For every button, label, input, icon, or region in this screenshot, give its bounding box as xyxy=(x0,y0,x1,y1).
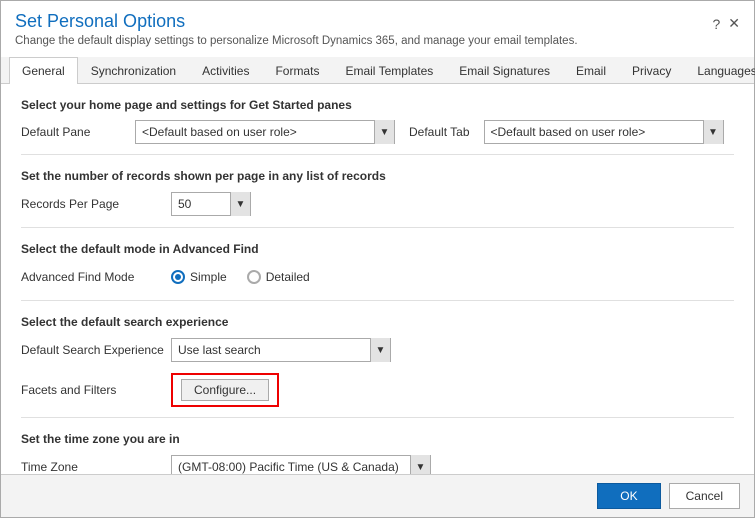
tab-general[interactable]: General xyxy=(9,57,78,84)
records-per-page-heading: Set the number of records shown per page… xyxy=(21,169,734,183)
records-per-page-arrow[interactable]: ▼ xyxy=(230,192,250,216)
close-icon[interactable]: ✕ xyxy=(728,15,740,32)
search-experience-control: Use last search ▼ xyxy=(171,338,734,362)
facets-filters-row: Facets and Filters Configure... xyxy=(21,373,734,407)
default-pane-label: Default Pane xyxy=(21,125,121,139)
radio-detailed-circle xyxy=(247,270,261,284)
cancel-button[interactable]: Cancel xyxy=(669,483,740,509)
default-tab-select[interactable]: <Default based on user role> ▼ xyxy=(484,120,724,144)
time-zone-row: Time Zone (GMT-08:00) Pacific Time (US &… xyxy=(21,454,734,474)
radio-detailed[interactable]: Detailed xyxy=(247,270,310,284)
records-per-page-value: 50 xyxy=(172,197,230,211)
advanced-find-row: Advanced Find Mode Simple Detailed xyxy=(21,264,734,290)
facets-label: Facets and Filters xyxy=(21,383,171,397)
radio-simple[interactable]: Simple xyxy=(171,270,227,284)
tab-email-signatures[interactable]: Email Signatures xyxy=(446,57,563,84)
default-tab-value: <Default based on user role> xyxy=(485,125,703,139)
time-zone-heading: Set the time zone you are in xyxy=(21,432,734,446)
radio-detailed-label: Detailed xyxy=(266,270,310,284)
tab-formats[interactable]: Formats xyxy=(262,57,332,84)
search-experience-heading: Select the default search experience xyxy=(21,315,734,329)
facets-control: Configure... xyxy=(171,373,734,407)
records-per-page-control: 50 ▼ xyxy=(171,192,734,216)
records-per-page-row: Records Per Page 50 ▼ xyxy=(21,191,734,217)
tab-activities[interactable]: Activities xyxy=(189,57,262,84)
search-experience-arrow[interactable]: ▼ xyxy=(370,338,390,362)
records-per-page-label: Records Per Page xyxy=(21,197,171,211)
default-pane-row: Default Pane <Default based on user role… xyxy=(21,120,734,144)
ok-button[interactable]: OK xyxy=(597,483,660,509)
configure-button[interactable]: Configure... xyxy=(181,379,269,401)
advanced-find-label: Advanced Find Mode xyxy=(21,270,171,284)
dialog-title: Set Personal Options xyxy=(15,11,578,32)
default-pane-arrow[interactable]: ▼ xyxy=(374,120,394,144)
radio-simple-circle xyxy=(171,270,185,284)
home-page-heading: Select your home page and settings for G… xyxy=(21,98,734,112)
time-zone-arrow[interactable]: ▼ xyxy=(410,455,430,474)
advanced-find-heading: Select the default mode in Advanced Find xyxy=(21,242,734,256)
content-area: Select your home page and settings for G… xyxy=(1,84,754,474)
advanced-find-control: Simple Detailed xyxy=(171,270,734,284)
tab-email-templates[interactable]: Email Templates xyxy=(332,57,446,84)
records-per-page-select[interactable]: 50 ▼ xyxy=(171,192,251,216)
default-pane-select[interactable]: <Default based on user role> ▼ xyxy=(135,120,395,144)
default-pane-value: <Default based on user role> xyxy=(136,125,374,139)
tabs-bar: General Synchronization Activities Forma… xyxy=(1,57,754,84)
advanced-find-radio-group: Simple Detailed xyxy=(171,270,310,284)
time-zone-label: Time Zone xyxy=(21,460,171,474)
time-zone-select[interactable]: (GMT-08:00) Pacific Time (US & Canada) ▼ xyxy=(171,455,431,474)
search-experience-row: Default Search Experience Use last searc… xyxy=(21,337,734,363)
facets-highlighted-container: Configure... xyxy=(171,373,279,407)
title-bar-controls: ? ✕ xyxy=(712,15,740,32)
dialog-subtitle: Change the default display settings to p… xyxy=(15,35,578,47)
footer-bar: OK Cancel xyxy=(1,474,754,517)
time-zone-control: (GMT-08:00) Pacific Time (US & Canada) ▼ xyxy=(171,455,734,474)
default-tab-label: Default Tab xyxy=(409,125,470,139)
tab-languages[interactable]: Languages xyxy=(684,57,755,84)
radio-simple-label: Simple xyxy=(190,270,227,284)
title-bar: Set Personal Options Change the default … xyxy=(1,1,754,51)
title-bar-left: Set Personal Options Change the default … xyxy=(15,11,578,47)
tab-privacy[interactable]: Privacy xyxy=(619,57,684,84)
tab-email[interactable]: Email xyxy=(563,57,619,84)
default-tab-arrow[interactable]: ▼ xyxy=(703,120,723,144)
help-icon[interactable]: ? xyxy=(712,16,720,32)
search-experience-value: Use last search xyxy=(172,343,370,357)
search-experience-label: Default Search Experience xyxy=(21,343,171,357)
time-zone-value: (GMT-08:00) Pacific Time (US & Canada) xyxy=(172,460,410,474)
search-experience-select[interactable]: Use last search ▼ xyxy=(171,338,391,362)
tab-synchronization[interactable]: Synchronization xyxy=(78,57,189,84)
